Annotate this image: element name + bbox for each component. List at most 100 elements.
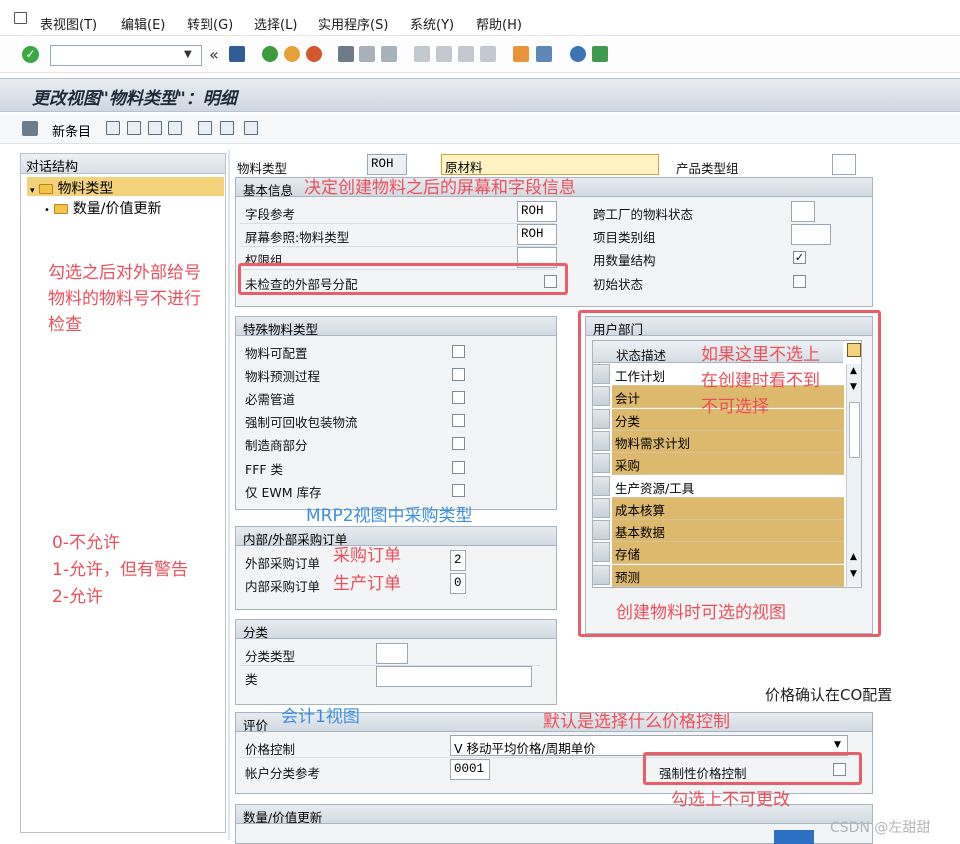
menu-selection[interactable]: 选择(L) bbox=[254, 14, 297, 33]
first-page-icon[interactable] bbox=[414, 46, 430, 62]
screen-ref-label: 屏幕参照:物料类型 bbox=[245, 230, 350, 245]
annotation-dept-views: 创建物料时可选的视图 bbox=[616, 603, 786, 623]
previous-entry-icon[interactable] bbox=[168, 121, 182, 135]
last-page-icon[interactable] bbox=[480, 46, 496, 62]
application-toolbar: 新条目 bbox=[0, 114, 960, 144]
returnable-packaging-checkbox[interactable] bbox=[452, 414, 465, 427]
menu-table-view[interactable]: 表视图(T) bbox=[40, 14, 97, 33]
deselect-all-icon[interactable] bbox=[244, 121, 258, 135]
field-ref-field[interactable]: ROH bbox=[517, 201, 557, 222]
divider bbox=[240, 246, 555, 247]
annotation-ext-check-1: 勾选之后对外部给号 bbox=[48, 263, 201, 283]
menu-system[interactable]: 系统(Y) bbox=[410, 14, 454, 33]
manufacturer-part-label: 制造商部分 bbox=[245, 438, 308, 453]
material-type-desc-field[interactable]: 原材料 bbox=[441, 154, 659, 176]
page-title: 更改视图"物料类型"：明细 bbox=[32, 89, 237, 109]
forced-price-highlight bbox=[643, 752, 862, 785]
command-dropdown-icon[interactable]: ▼ bbox=[184, 49, 192, 60]
forecast-process-label: 物料预测过程 bbox=[245, 369, 321, 384]
internal-po-field[interactable]: 0 bbox=[450, 573, 466, 594]
undo-change-icon[interactable] bbox=[148, 121, 162, 135]
annotation-mrp2: MRP2视图中采购类型 bbox=[306, 506, 473, 526]
ext-no-check-highlight bbox=[238, 263, 568, 295]
copy-as-icon[interactable] bbox=[106, 121, 120, 135]
new-entries-button[interactable]: 新条目 bbox=[52, 121, 91, 140]
find-icon[interactable] bbox=[359, 46, 375, 62]
qty-structure-checkbox[interactable]: ✓ bbox=[793, 251, 806, 264]
expand-triangle-icon[interactable]: ▾ bbox=[30, 186, 35, 196]
select-all-icon[interactable] bbox=[220, 121, 234, 135]
standard-toolbar: ✓ ▼ « bbox=[0, 37, 960, 73]
annotation-allow-1: 1-允许，但有警告 bbox=[52, 560, 188, 580]
tree-item-label: 物料类型 bbox=[57, 181, 114, 197]
annotation-allow-2: 2-允许 bbox=[52, 587, 103, 607]
sap-logo bbox=[774, 830, 814, 844]
acct-cat-ref-label: 帐户分类参考 bbox=[245, 766, 321, 781]
back-icon[interactable] bbox=[262, 46, 278, 62]
annotation-acct1: 会计1视图 bbox=[281, 707, 360, 727]
history-back-icon[interactable]: « bbox=[209, 45, 219, 64]
next-entry-icon[interactable] bbox=[198, 121, 212, 135]
product-type-group-field[interactable] bbox=[832, 154, 856, 175]
annotation-production-order: 生产订单 bbox=[333, 574, 401, 594]
group-header: 分类 bbox=[236, 620, 556, 640]
initial-status-checkbox[interactable] bbox=[793, 275, 806, 288]
item-category-group-field[interactable] bbox=[791, 224, 831, 245]
annotation-ext-check-2: 物料的物料号不进行 bbox=[48, 289, 201, 309]
shortcut-icon[interactable] bbox=[536, 46, 552, 62]
dialog-structure-panel bbox=[20, 153, 226, 833]
cross-plant-status-field[interactable] bbox=[791, 201, 815, 222]
menu-help[interactable]: 帮助(H) bbox=[476, 14, 522, 33]
acct-cat-ref-field[interactable]: 0001 bbox=[450, 759, 490, 780]
menu-goto[interactable]: 转到(G) bbox=[187, 14, 233, 33]
menu-utilities[interactable]: 实用程序(S) bbox=[318, 14, 388, 33]
annotation-dept-note-3: 不可选择 bbox=[701, 397, 769, 417]
manufacturer-part-checkbox[interactable] bbox=[452, 437, 465, 450]
class-type-field[interactable] bbox=[376, 643, 408, 664]
enter-check-icon[interactable]: ✓ bbox=[22, 46, 39, 63]
delete-icon[interactable] bbox=[127, 121, 141, 135]
tree-item-material-type[interactable]: ▾ 物料类型 bbox=[30, 178, 113, 198]
class-field[interactable] bbox=[376, 666, 532, 687]
menu-edit[interactable]: 编辑(E) bbox=[121, 14, 165, 33]
annotation-no-change: 勾选上不可更改 bbox=[671, 790, 790, 810]
menu-icon[interactable] bbox=[14, 12, 27, 24]
configurable-checkbox[interactable] bbox=[452, 345, 465, 358]
previous-page-icon[interactable] bbox=[436, 46, 452, 62]
material-type-label: 物料类型 bbox=[237, 161, 288, 176]
pipeline-checkbox[interactable] bbox=[452, 391, 465, 404]
configurable-label: 物料可配置 bbox=[245, 346, 308, 361]
splitter[interactable] bbox=[228, 150, 230, 840]
create-session-icon[interactable] bbox=[513, 46, 529, 62]
annotation-dept-note-2: 在创建时看不到 bbox=[701, 371, 820, 391]
save-icon[interactable] bbox=[229, 46, 245, 62]
layout-menu-icon[interactable] bbox=[592, 46, 608, 62]
find-next-icon[interactable] bbox=[381, 46, 397, 62]
external-po-field[interactable]: 2 bbox=[450, 550, 466, 571]
command-field[interactable] bbox=[50, 45, 202, 66]
folder-open-icon bbox=[38, 184, 53, 194]
forecast-process-checkbox[interactable] bbox=[452, 368, 465, 381]
screen-ref-field[interactable]: ROH bbox=[517, 224, 557, 245]
print-icon[interactable] bbox=[338, 46, 354, 62]
class-label: 类 bbox=[245, 672, 258, 687]
cancel-icon[interactable] bbox=[306, 46, 322, 62]
class-type-label: 分类类型 bbox=[245, 649, 296, 664]
group-header: 内部/外部采购订单 bbox=[236, 527, 556, 547]
folder-icon bbox=[54, 204, 69, 214]
annotation-ext-check-3: 检查 bbox=[48, 315, 82, 335]
exit-icon[interactable] bbox=[284, 46, 300, 62]
annotation-allow-0: 0-不允许 bbox=[52, 533, 120, 553]
initial-status-label: 初始状态 bbox=[593, 277, 644, 292]
tree-item-qty-value-update[interactable]: • 数量/价值更新 bbox=[44, 198, 162, 218]
chevron-down-icon[interactable]: ▼ bbox=[834, 740, 841, 750]
divider bbox=[240, 223, 555, 224]
display-change-icon[interactable] bbox=[22, 121, 38, 136]
fff-class-checkbox[interactable] bbox=[452, 461, 465, 474]
menu-bar: 表视图(T) 编辑(E) 转到(G) 选择(L) 实用程序(S) 系统(Y) 帮… bbox=[0, 0, 960, 36]
annotation-purchase-order: 采购订单 bbox=[333, 546, 401, 566]
ewm-only-checkbox[interactable] bbox=[452, 484, 465, 497]
help-icon[interactable] bbox=[570, 46, 586, 62]
next-page-icon[interactable] bbox=[458, 46, 474, 62]
internal-po-label: 内部采购订单 bbox=[245, 579, 321, 594]
